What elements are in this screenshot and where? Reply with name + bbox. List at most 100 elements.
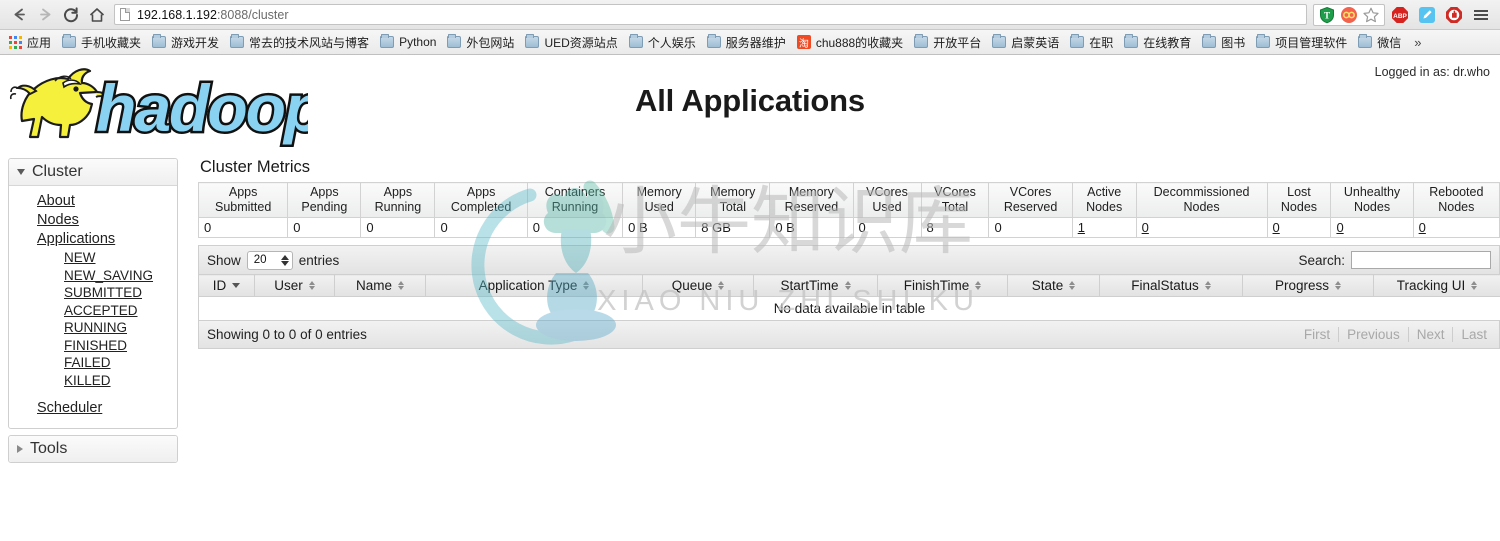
pagination-next[interactable]: Next xyxy=(1409,327,1454,342)
sidebar-section-tools[interactable]: Tools xyxy=(9,436,177,462)
column-header-queue[interactable]: Queue xyxy=(642,274,754,297)
column-header-progress[interactable]: Progress xyxy=(1242,274,1374,297)
back-button[interactable] xyxy=(6,2,32,28)
column-header-name[interactable]: Name xyxy=(334,274,426,297)
bookmarks-overflow-button[interactable]: » xyxy=(1408,35,1421,50)
menu-icon[interactable] xyxy=(1472,6,1490,24)
metrics-header-line1: Active xyxy=(1087,185,1122,199)
metrics-header-line2: Nodes xyxy=(1280,200,1318,214)
page-length-select[interactable]: 20 xyxy=(246,250,293,270)
svg-text:T: T xyxy=(1324,10,1330,20)
metrics-header-line1: Rebooted xyxy=(1429,185,1484,199)
column-header-application-type[interactable]: Application Type xyxy=(425,274,643,297)
metrics-value-cell: 0 xyxy=(197,217,289,238)
sidebar-item-accepted[interactable]: ACCEPTED xyxy=(9,302,177,320)
metrics-value-cell[interactable]: 0 xyxy=(1135,217,1268,238)
bookmark-item[interactable]: 项目管理软件 xyxy=(1252,32,1354,53)
bookmark-item[interactable]: UED资源站点 xyxy=(521,32,624,53)
column-header-state[interactable]: State xyxy=(1007,274,1100,297)
home-button[interactable] xyxy=(84,2,110,28)
pagination-previous[interactable]: Previous xyxy=(1339,327,1409,342)
metrics-value-cell: 0 xyxy=(360,217,436,238)
metrics-value-cell: 0 B xyxy=(769,217,854,238)
bookmark-item[interactable]: Python xyxy=(376,33,443,51)
metrics-header-line2: Reserved xyxy=(1003,200,1058,214)
metrics-header-line2: Used xyxy=(872,200,902,214)
bookmark-label: 个人娱乐 xyxy=(647,35,696,50)
bookmark-item[interactable]: 在线教育 xyxy=(1120,32,1198,53)
page-info-icon xyxy=(120,8,130,21)
metrics-header-line2: Reserved xyxy=(784,200,839,214)
bookmark-item[interactable]: 应用 xyxy=(5,32,58,53)
cluster-metrics-table: Apps Submitted Apps Pending Apps Running Apps C… xyxy=(197,182,1500,238)
column-header-finishtime[interactable]: FinishTime xyxy=(877,274,1008,297)
sidebar-item-finished[interactable]: FINISHED xyxy=(9,337,177,355)
abp-icon[interactable]: ABP xyxy=(1391,6,1409,24)
search-label: Search: xyxy=(1298,252,1345,268)
sidebar-item-scheduler[interactable]: Scheduler xyxy=(9,399,177,418)
applications-header-row: ID User Name Application Type Queue StartTime… xyxy=(198,274,1500,297)
column-header-tracking-ui[interactable]: Tracking UI xyxy=(1373,274,1500,297)
column-header-user[interactable]: User xyxy=(254,274,335,297)
column-header-starttime[interactable]: StartTime xyxy=(753,274,878,297)
bookmark-item[interactable]: 在职 xyxy=(1066,32,1120,53)
metrics-value-cell[interactable]: 0 xyxy=(1412,217,1500,238)
bookmark-item[interactable]: 外包网站 xyxy=(443,32,521,53)
forward-button[interactable] xyxy=(32,2,58,28)
bookmark-item[interactable]: 开放平台 xyxy=(910,32,988,53)
chevron-down-icon xyxy=(17,169,25,175)
sidebar-item-nodes[interactable]: Nodes xyxy=(9,211,177,230)
sidebar-item-running[interactable]: RUNNING xyxy=(9,319,177,337)
applications-table: ID User Name Application Type Queue StartTime… xyxy=(198,274,1500,321)
bookmark-item[interactable]: 手机收藏夹 xyxy=(58,32,148,53)
pagination-last[interactable]: Last xyxy=(1453,327,1491,342)
datatable-toolbar: Show 20 entries Search: xyxy=(198,245,1500,274)
pencil-icon[interactable] xyxy=(1418,6,1436,24)
infinity-icon[interactable] xyxy=(1340,6,1358,24)
column-header-id[interactable]: ID xyxy=(198,274,255,297)
sidebar-item-applications[interactable]: Applications xyxy=(9,230,177,249)
metrics-column-header: Decommissioned Nodes xyxy=(1135,182,1268,218)
bookmark-item[interactable]: 微信 xyxy=(1354,32,1408,53)
sidebar-item-killed[interactable]: KILLED xyxy=(9,372,177,390)
metrics-value-cell[interactable]: 0 xyxy=(1266,217,1332,238)
bookmark-item[interactable]: 图书 xyxy=(1198,32,1252,53)
address-bar[interactable]: 192.168.1.192:8088/cluster xyxy=(114,4,1307,25)
metrics-value-cell: 0 xyxy=(852,217,922,238)
metrics-value-cell[interactable]: 0 xyxy=(1330,217,1414,238)
sidebar-item-submitted[interactable]: SUBMITTED xyxy=(9,284,177,302)
bookmark-item[interactable]: 个人娱乐 xyxy=(625,32,703,53)
bookmark-label: chu888的收藏夹 xyxy=(815,35,904,50)
folder-icon xyxy=(706,34,721,48)
folder-icon xyxy=(1124,34,1139,48)
column-header-label: Queue xyxy=(671,278,713,293)
shield-icon[interactable]: T xyxy=(1318,6,1336,24)
metrics-column-header: Apps Submitted xyxy=(197,182,289,218)
sidebar-item-new-saving[interactable]: NEW_SAVING xyxy=(9,267,177,285)
bookmarks-bar: 应用 手机收藏夹 游戏开发 常去的技术风站与博客 Python 外包网站 UED资源站点 个人… xyxy=(0,30,1500,55)
page-length-value: 20 xyxy=(253,254,267,266)
folder-icon xyxy=(62,34,77,48)
bookmark-item[interactable]: 淘 chu888的收藏夹 xyxy=(793,32,910,53)
sidebar-item-failed[interactable]: FAILED xyxy=(9,354,177,372)
bookmark-item[interactable]: 启蒙英语 xyxy=(988,32,1066,53)
bookmark-item[interactable]: 服务器维护 xyxy=(703,32,793,53)
stop-hand-icon[interactable] xyxy=(1445,6,1463,24)
metrics-header-line2: Nodes xyxy=(1438,200,1475,214)
sidebar-item-new[interactable]: NEW xyxy=(9,249,177,267)
column-header-finalstatus[interactable]: FinalStatus xyxy=(1099,274,1243,297)
sidebar-item-about[interactable]: About xyxy=(9,192,177,211)
star-icon[interactable] xyxy=(1362,6,1380,24)
metrics-column-header: VCores Used xyxy=(852,182,922,218)
pagination-first[interactable]: First xyxy=(1296,327,1340,342)
metrics-header-line1: Apps xyxy=(228,185,258,199)
metrics-header-line2: Used xyxy=(644,200,674,214)
bookmark-label: 常去的技术风站与博客 xyxy=(249,35,370,50)
bookmark-item[interactable]: 常去的技术风站与博客 xyxy=(226,32,376,53)
bookmark-item[interactable]: 游戏开发 xyxy=(148,32,226,53)
search-input[interactable] xyxy=(1351,251,1491,269)
sort-both-icon xyxy=(844,281,851,290)
reload-button[interactable] xyxy=(58,2,84,28)
sidebar-section-cluster[interactable]: Cluster xyxy=(9,159,177,186)
metrics-value-cell[interactable]: 1 xyxy=(1071,217,1137,238)
